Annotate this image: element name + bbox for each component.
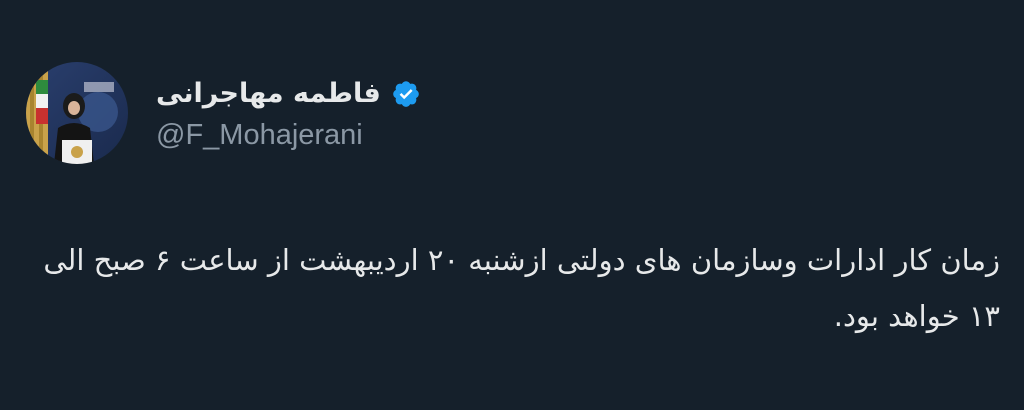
verified-badge-icon [391, 79, 421, 109]
tweet-card: فاطمه مهاجرانی @F_Mohajerani زمان کار اد… [0, 0, 1024, 410]
display-name[interactable]: فاطمه مهاجرانی [156, 78, 381, 109]
avatar[interactable] [26, 62, 128, 164]
author-names: فاطمه مهاجرانی @F_Mohajerani [156, 75, 421, 152]
tweet-text: زمان کار ادارات وسازمان های دولتی ازشنبه… [43, 243, 1000, 333]
avatar-image [26, 62, 128, 164]
tweet-header: فاطمه مهاجرانی @F_Mohajerani [26, 62, 421, 164]
display-name-row: فاطمه مهاجرانی [156, 75, 421, 113]
user-handle[interactable]: @F_Mohajerani [156, 119, 421, 152]
